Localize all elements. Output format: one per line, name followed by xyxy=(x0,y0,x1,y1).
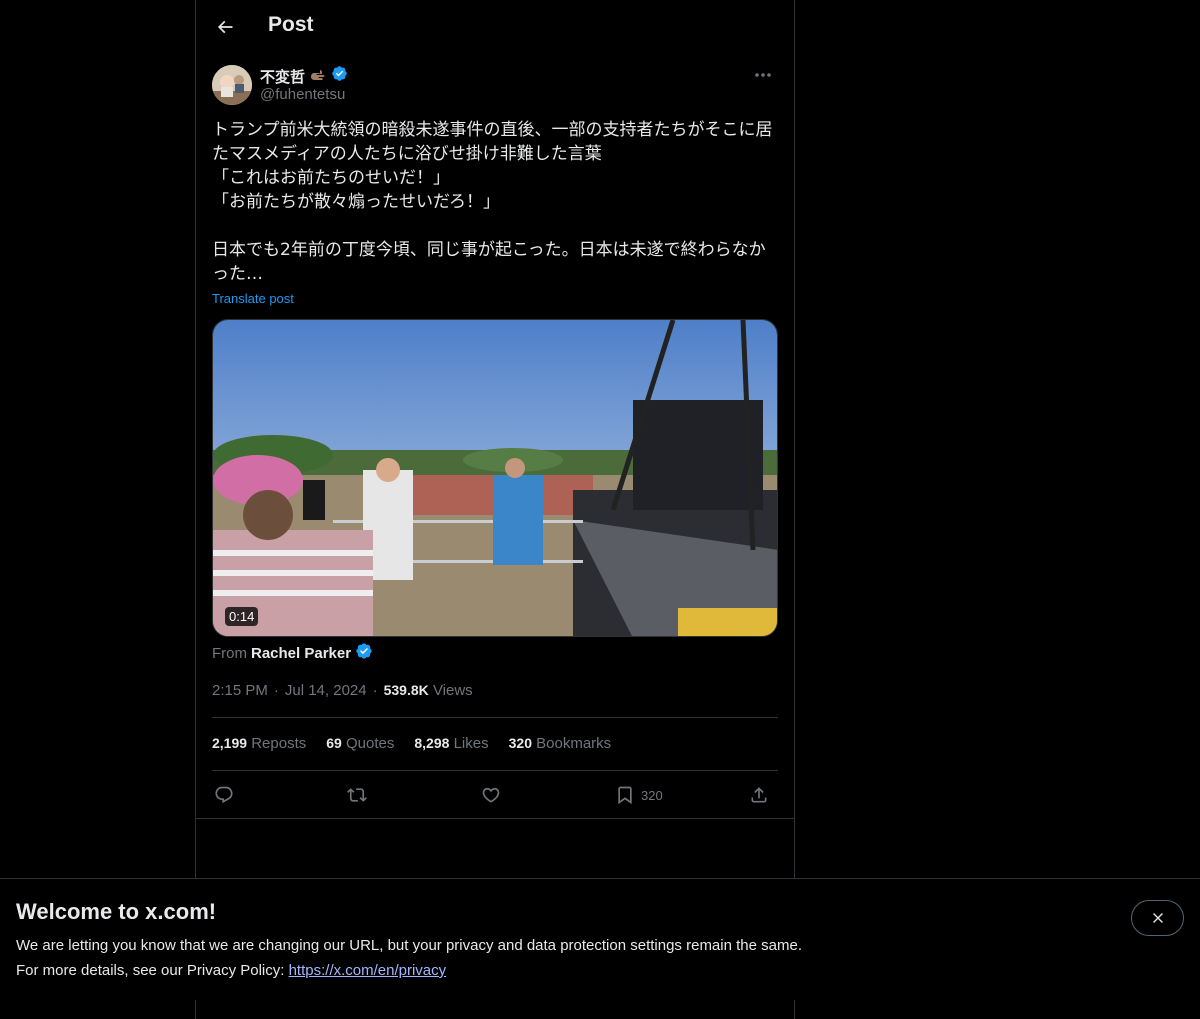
separator-dot: · xyxy=(273,682,279,699)
from-label: From xyxy=(212,644,247,662)
divider xyxy=(212,717,778,718)
post-metadata: 2:15 PM · Jul 14, 2024 · 539.8K Views xyxy=(212,682,473,699)
verified-badge-icon xyxy=(331,65,348,87)
post-stats: 2,199 Reposts 69 Quotes 8,298 Likes 320 … xyxy=(212,735,611,752)
close-banner-button[interactable] xyxy=(1131,900,1184,936)
post-time[interactable]: 2:15 PM xyxy=(212,682,268,699)
privacy-policy-link[interactable]: https://x.com/en/privacy xyxy=(289,962,447,979)
more-dots-icon xyxy=(755,73,771,77)
post-date[interactable]: Jul 14, 2024 xyxy=(285,682,367,699)
page-title: Post xyxy=(268,13,314,36)
display-name[interactable]: 不変哲 xyxy=(260,66,305,87)
main-column: Post 不変哲 @fuhentetsu トランプ前米大統領の暗殺未遂事件の直後… xyxy=(195,0,795,1019)
action-bar: 320 xyxy=(212,780,778,810)
pinching-hand-icon xyxy=(309,68,327,84)
reposts-stat[interactable]: 2,199 Reposts xyxy=(212,735,306,752)
bookmark-button[interactable]: 320 xyxy=(615,780,663,810)
arrow-left-icon xyxy=(217,20,233,34)
reply-button[interactable] xyxy=(214,780,234,810)
video-player[interactable]: 0:14 xyxy=(212,319,778,637)
likes-stat[interactable]: 8,298 Likes xyxy=(414,735,488,752)
bookmarks-stat[interactable]: 320 Bookmarks xyxy=(509,735,612,752)
close-icon xyxy=(1152,913,1163,923)
banner-message: We are letting you know that we are chan… xyxy=(16,937,802,954)
post-text: トランプ前米大統領の暗殺未遂事件の直後、一部の支持者たちがそこに居たマスメディア… xyxy=(212,120,773,284)
translate-post-link[interactable]: Translate post xyxy=(212,291,294,306)
author-handle[interactable]: @fuhentetsu xyxy=(260,86,345,103)
share-button[interactable] xyxy=(749,780,769,810)
banner-privacy-prefix: For more details, see our Privacy Policy… xyxy=(16,962,289,979)
more-options-button[interactable] xyxy=(748,64,778,86)
views-label: Views xyxy=(432,682,473,699)
banner-privacy-line: For more details, see our Privacy Policy… xyxy=(16,962,446,979)
divider xyxy=(196,818,794,819)
url-change-banner: Welcome to x.com! We are letting you kno… xyxy=(0,878,1200,1000)
bookmark-count: 320 xyxy=(641,787,663,803)
video-duration: 0:14 xyxy=(225,607,259,626)
author-name-row: 不変哲 xyxy=(260,65,348,87)
banner-title: Welcome to x.com! xyxy=(16,899,217,924)
heart-icon xyxy=(482,787,500,803)
page-header: Post xyxy=(196,0,794,53)
source-author-link[interactable]: Rachel Parker xyxy=(251,645,351,662)
views-count: 539.8K xyxy=(383,682,429,698)
verified-badge-icon xyxy=(355,642,373,664)
share-icon xyxy=(751,787,767,803)
back-button[interactable] xyxy=(208,10,242,44)
repost-icon xyxy=(347,788,367,802)
bookmark-icon xyxy=(618,786,632,805)
like-button[interactable] xyxy=(481,780,501,810)
repost-button[interactable] xyxy=(347,780,367,810)
reply-icon xyxy=(215,786,233,804)
post-author: 不変哲 @fuhentetsu xyxy=(212,64,778,108)
video-thumbnail xyxy=(213,320,777,636)
video-source: From Rachel Parker xyxy=(212,642,373,664)
quotes-stat[interactable]: 69 Quotes xyxy=(326,735,394,752)
avatar[interactable] xyxy=(212,65,252,105)
divider xyxy=(212,770,778,771)
separator-dot: · xyxy=(372,682,378,699)
